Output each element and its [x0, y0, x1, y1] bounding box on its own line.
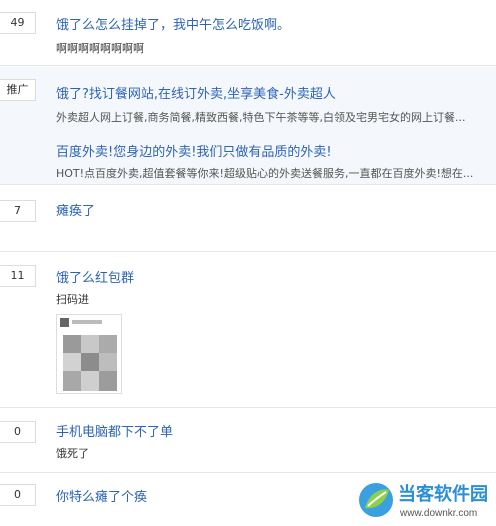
- qr-code-image[interactable]: [56, 314, 122, 394]
- post-snippet: 饿死了: [56, 447, 89, 460]
- post-row: 0 手机电脑都下不了单 饿死了: [0, 409, 496, 473]
- ad-snippet: 外卖超人网上订餐,商务简餐,精致西餐,特色下午茶等等,白领及宅男宅女的网上订餐.…: [56, 111, 466, 124]
- promo-block: 推广 饿了?找订餐网站,在线订外卖,坐享美食-外卖超人 外卖超人网上订餐,商务简…: [0, 67, 496, 185]
- qr-mosaic: [63, 335, 117, 391]
- ad-title[interactable]: 百度外卖!您身边的外卖!我们只做有品质的外卖!: [56, 141, 332, 160]
- ad-snippet: HOT!点百度外卖,超值套餐等你来!超级贴心的外卖送餐服务,一直都在百度外卖!想…: [56, 167, 474, 180]
- post-title[interactable]: 手机电脑都下不了单: [56, 421, 173, 440]
- leaf-logo-icon: [356, 478, 396, 522]
- post-title[interactable]: 你特么瘫了个痪: [56, 486, 147, 505]
- watermark-name: 当客软件园: [398, 484, 488, 505]
- reply-count: 49: [0, 12, 36, 34]
- reply-count: 7: [0, 200, 36, 222]
- reply-count: 11: [0, 265, 36, 287]
- qr-header: [60, 318, 120, 328]
- post-title[interactable]: 瘫痪了: [56, 200, 95, 219]
- promo-badge: 推广: [0, 79, 36, 101]
- post-row: 49 饿了么怎么挂掉了，我中午怎么吃饭啊。 啊啊啊啊啊啊啊啊: [0, 0, 496, 66]
- post-snippet: 扫码进: [56, 293, 89, 306]
- ad-title[interactable]: 饿了?找订餐网站,在线订外卖,坐享美食-外卖超人: [56, 83, 336, 102]
- post-row: 7 瘫痪了: [0, 186, 496, 252]
- post-title[interactable]: 饿了么红包群: [56, 267, 134, 286]
- reply-count: 0: [0, 421, 36, 443]
- site-watermark: 当客软件园 www.downkr.com: [356, 478, 496, 526]
- watermark-url: www.downkr.com: [400, 508, 478, 519]
- post-title[interactable]: 饿了么怎么挂掉了，我中午怎么吃饭啊。: [56, 14, 290, 33]
- post-snippet: 啊啊啊啊啊啊啊啊: [56, 42, 144, 55]
- reply-count: 0: [0, 484, 36, 506]
